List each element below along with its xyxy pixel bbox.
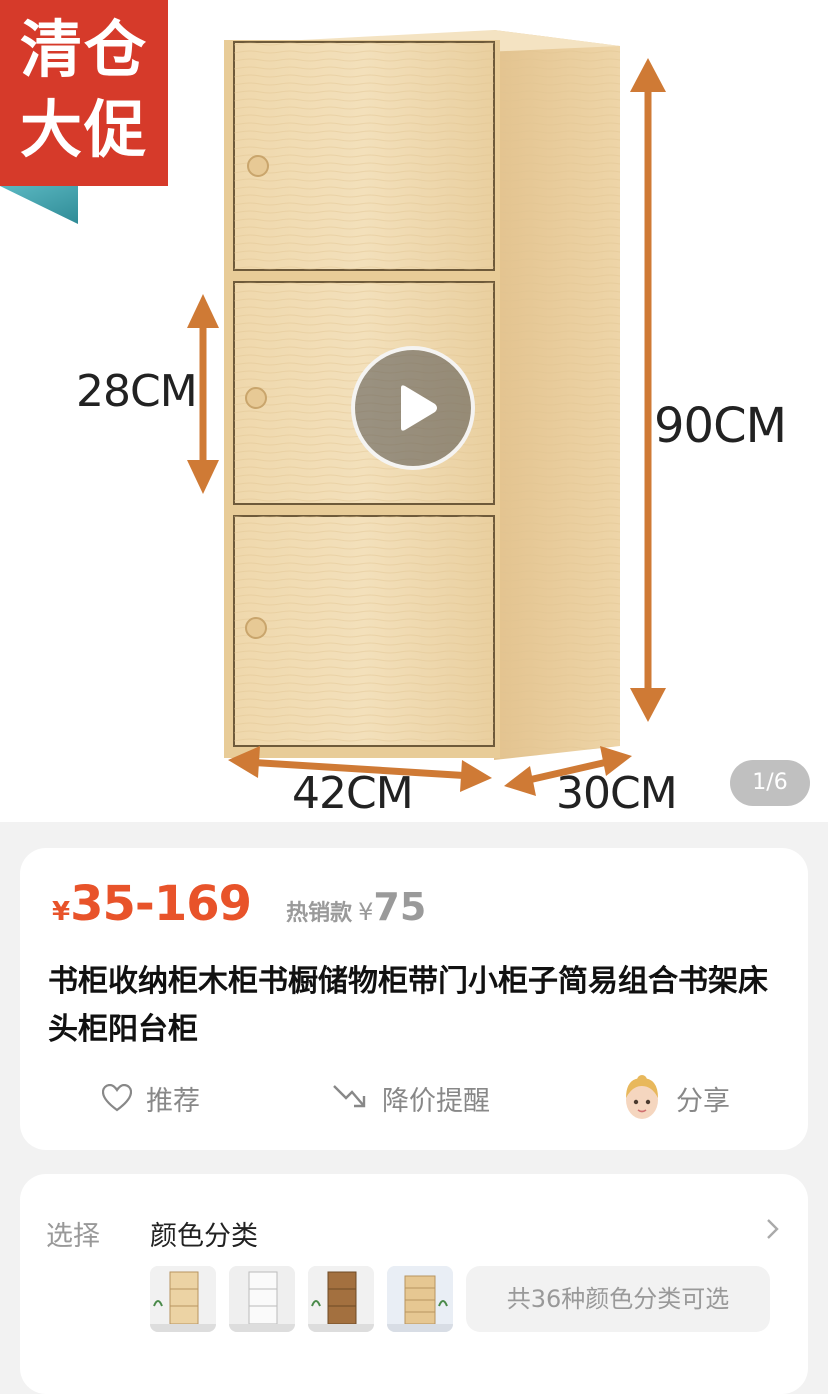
variant-selection-card[interactable]: 选择 颜色分类 共36种颜色分类可选 xyxy=(20,1174,808,1394)
badge-line-2: 大促 xyxy=(19,93,148,166)
color-thumb-walnut[interactable] xyxy=(308,1266,374,1332)
play-icon xyxy=(401,385,437,431)
dimension-height-drawer: 28CM xyxy=(76,366,198,417)
share-button[interactable]: 分享 xyxy=(622,1075,730,1120)
share-label: 分享 xyxy=(676,1085,730,1117)
recommend-label: 推荐 xyxy=(146,1085,200,1117)
badge-line-1: 清仓 xyxy=(19,13,148,86)
hot-sale-label: 热销款 xyxy=(286,901,353,926)
dimension-height-total: 90CM xyxy=(654,398,787,454)
select-label: 选择 xyxy=(46,1221,100,1252)
image-counter: 1/6 xyxy=(730,760,810,806)
video-play-button[interactable] xyxy=(351,346,475,470)
price-row: ¥35-169 热销款 ¥75 xyxy=(52,876,426,936)
recommend-button[interactable]: 推荐 xyxy=(102,1076,200,1120)
product-title: 书柜收纳柜木柜书橱储物柜带门小柜子简易组合书架床头柜阳台柜 xyxy=(48,964,768,1047)
color-category-label: 颜色分类 xyxy=(150,1221,258,1252)
price-drop-label: 降价提醒 xyxy=(382,1085,490,1117)
price-drop-alert-button[interactable]: 降价提醒 xyxy=(332,1076,490,1120)
price-range: 35-169 xyxy=(70,876,252,932)
action-bar: 推荐 降价提醒 分享 xyxy=(20,1075,808,1120)
hot-sale-price: 75 xyxy=(373,885,427,929)
clearance-sale-badge: 清仓 大促 xyxy=(0,0,168,186)
product-info-card: ¥35-169 热销款 ¥75 书柜收纳柜木柜书橱储物柜带门小柜子简易组合书架床头… xyxy=(20,848,808,1150)
dimension-depth: 30CM xyxy=(556,768,678,819)
product-image-gallery[interactable]: 清仓 大促 28CM 90CM 42CM 30CM 1/6 xyxy=(0,0,828,822)
color-thumb-white[interactable] xyxy=(229,1266,295,1332)
price-currency: ¥ xyxy=(52,897,71,927)
color-thumb-natural-wood[interactable] xyxy=(150,1266,216,1332)
price-drop-icon xyxy=(333,1085,366,1108)
hot-price-currency: ¥ xyxy=(358,898,374,926)
chevron-right-icon[interactable] xyxy=(766,1218,780,1240)
color-thumb-drawer-wood[interactable] xyxy=(387,1266,453,1332)
heart-icon xyxy=(102,1084,132,1112)
more-colors-button[interactable]: 共36种颜色分类可选 xyxy=(466,1266,770,1332)
dimension-width: 42CM xyxy=(292,768,414,819)
avatar xyxy=(626,1075,658,1119)
